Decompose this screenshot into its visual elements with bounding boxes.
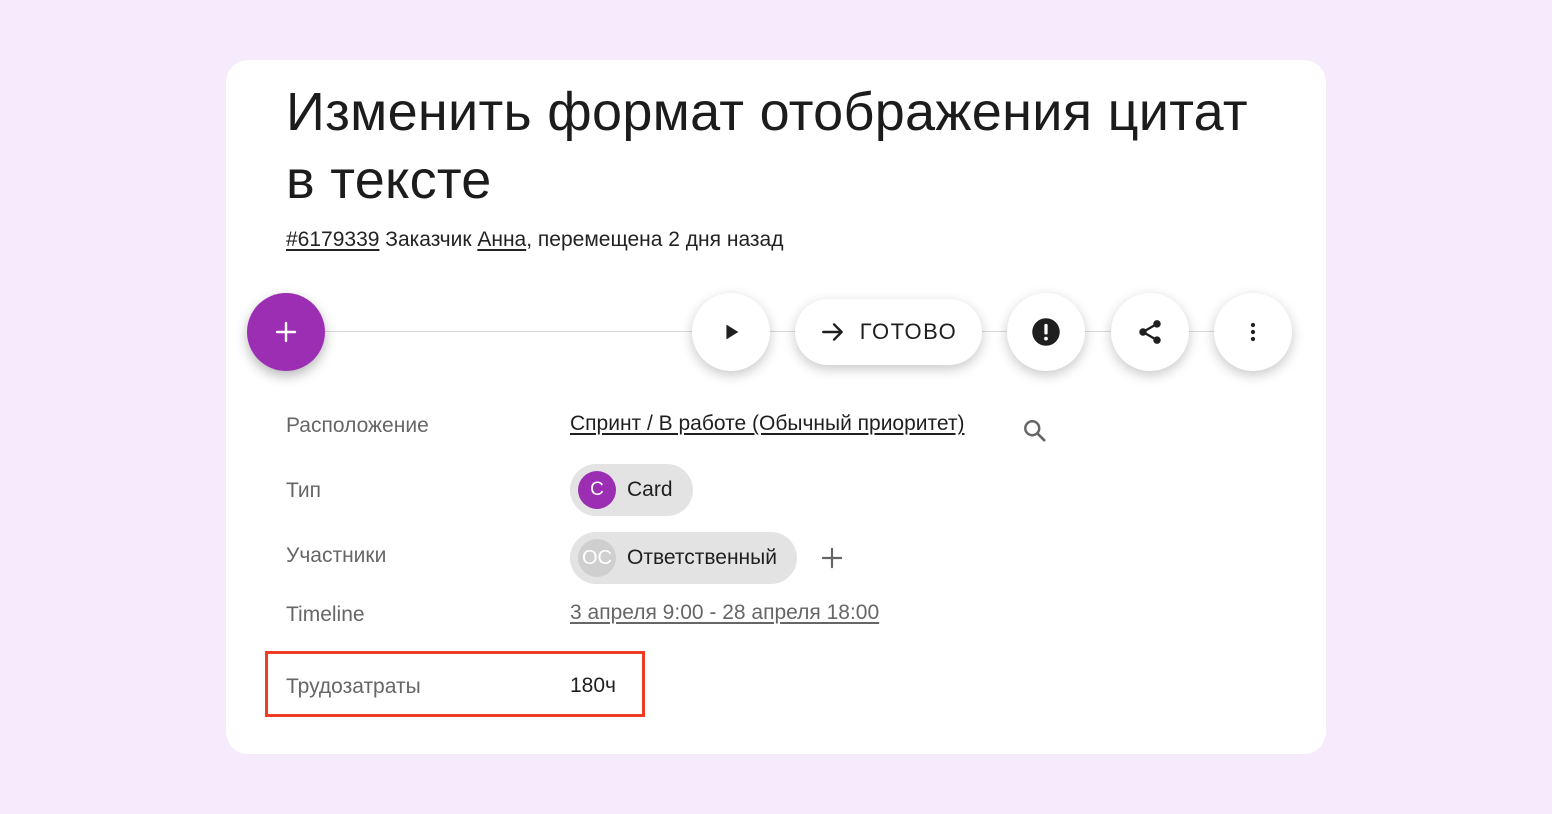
alert-button[interactable] [1007,293,1085,371]
done-button[interactable]: ГОТОВО [795,299,982,365]
play-icon [726,324,739,340]
plus-icon [275,321,297,343]
exclamation-circle-icon [1032,318,1060,346]
more-vertical-icon [1250,322,1256,342]
task-meta: #6179339 Заказчик Анна, перемещена 2 дня… [286,228,783,252]
add-button[interactable] [247,293,325,371]
more-button[interactable] [1214,293,1292,371]
task-card: Изменить формат отображения цитат в текс… [226,60,1326,754]
share-icon [1139,320,1161,344]
type-avatar: C [578,471,616,509]
task-title: Изменить формат отображения цитат в текс… [286,82,1248,210]
location-label: Расположение [286,414,429,437]
type-value: Card [627,478,673,501]
search-icon [1023,419,1046,442]
type-label: Тип [286,479,322,502]
members-label: Участники [286,544,387,567]
arrow-right-icon [821,323,843,341]
search-location-button[interactable] [1020,416,1048,444]
customer-prefix: Заказчик [379,228,478,251]
effort-label: Трудозатраты [286,675,421,698]
location-link[interactable]: Спринт / В работе (Обычный приоритет) [570,412,965,436]
customer-link[interactable]: Анна [477,228,526,251]
play-button[interactable] [692,293,770,371]
timeline-label: Timeline [286,603,365,626]
share-button[interactable] [1111,293,1189,371]
add-member-button[interactable] [819,545,845,571]
moved-text: , перемещена 2 дня назад [526,228,784,251]
plus-icon [821,547,843,569]
type-chip[interactable]: C Card [570,464,693,516]
member-avatar: ОС [578,539,616,577]
effort-value: 180ч [570,674,616,697]
done-label: ГОТОВО [859,319,958,344]
member-chip[interactable]: ОС Ответственный [570,532,797,584]
timeline-link[interactable]: 3 апреля 9:00 - 28 апреля 18:00 [570,601,879,625]
task-id-link[interactable]: #6179339 [286,228,379,251]
member-value: Ответственный [627,546,777,569]
